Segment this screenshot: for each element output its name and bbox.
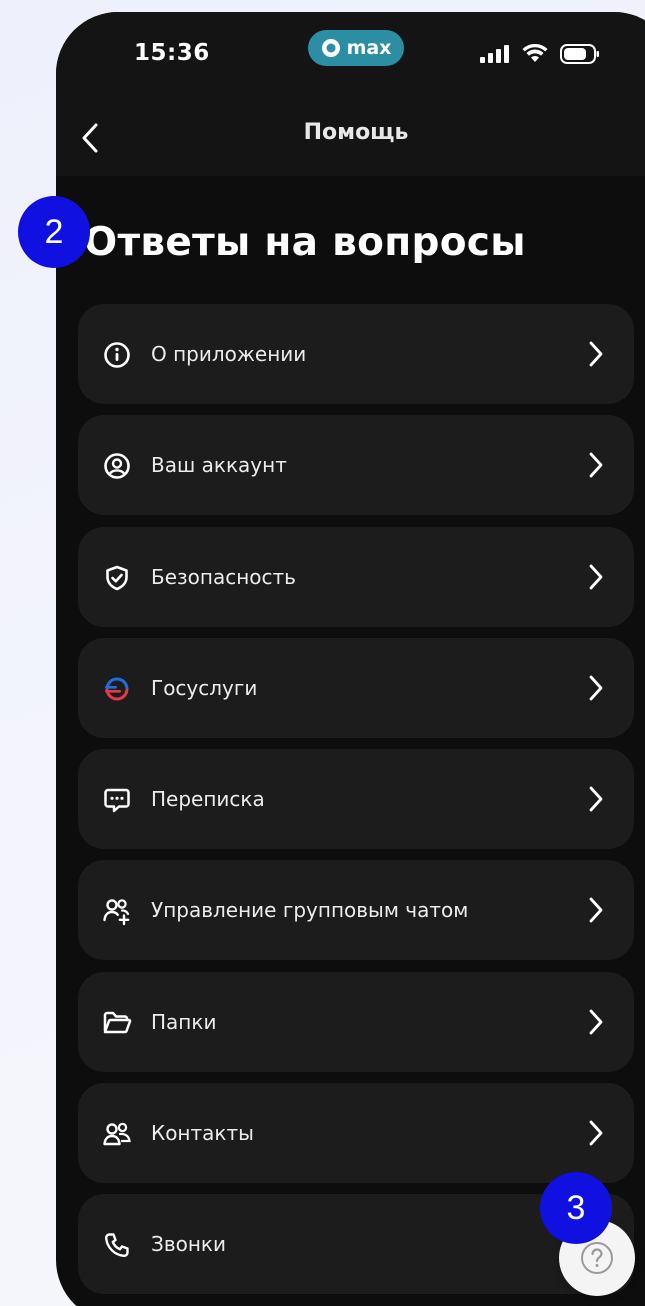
faq-item-account[interactable]: Ваш аккаунт bbox=[78, 415, 634, 516]
folder-icon bbox=[102, 1008, 132, 1038]
question-circle-icon bbox=[581, 1242, 613, 1274]
faq-item-gosuslugi[interactable]: Госуслуги bbox=[78, 637, 634, 738]
faq-item-label: О приложении bbox=[151, 342, 307, 366]
chevron-right-icon bbox=[589, 1009, 603, 1035]
step-badge-3: 3 bbox=[540, 1172, 612, 1244]
faq-item-messaging[interactable]: Переписка bbox=[78, 749, 634, 850]
chevron-right-icon bbox=[589, 341, 603, 367]
chevron-right-icon bbox=[589, 564, 603, 589]
group-add-icon bbox=[102, 896, 132, 926]
faq-item-label: Госуслуги bbox=[151, 675, 258, 700]
faq-item-label: Папки bbox=[151, 1009, 217, 1034]
nav-header: Помощь bbox=[56, 98, 645, 176]
faq-item-contacts[interactable]: Контакты bbox=[78, 1083, 634, 1184]
faq-item-folders[interactable]: Папки bbox=[78, 971, 634, 1072]
signal-icon bbox=[480, 45, 509, 63]
shield-check-icon bbox=[102, 563, 132, 593]
faq-item-label: Звонки bbox=[151, 1232, 226, 1257]
max-logo-icon bbox=[321, 39, 340, 57]
faq-item-label: Управление групповым чатом bbox=[151, 898, 469, 923]
faq-list: О приложении Ваш аккаунт Безопасность Го… bbox=[78, 304, 634, 1306]
phone-icon bbox=[102, 1230, 132, 1260]
faq-item-label: Ваш аккаунт bbox=[151, 453, 287, 478]
max-pill-label: max bbox=[346, 37, 392, 59]
faq-item-label: Контакты bbox=[151, 1121, 254, 1146]
max-app-pill[interactable]: max bbox=[308, 30, 404, 66]
contacts-icon bbox=[102, 1119, 132, 1149]
faq-item-about[interactable]: О приложении bbox=[78, 304, 634, 404]
chevron-right-icon bbox=[589, 898, 603, 923]
status-bar: 15:36 max bbox=[56, 12, 645, 98]
page-title: Ответы на вопросы bbox=[84, 220, 526, 265]
chat-bubble-icon bbox=[102, 785, 132, 815]
step-badge-2: 2 bbox=[18, 196, 90, 268]
chevron-right-icon bbox=[589, 675, 603, 701]
faq-item-security[interactable]: Безопасность bbox=[78, 526, 634, 627]
wifi-icon bbox=[522, 44, 548, 62]
header-title: Помощь bbox=[303, 120, 409, 145]
phone-screen: 15:36 max Помощь Ответы на вопросы О при… bbox=[56, 12, 645, 1306]
chevron-right-icon bbox=[589, 452, 603, 478]
gosuslugi-icon bbox=[102, 674, 132, 704]
info-icon bbox=[102, 340, 132, 370]
chevron-right-icon bbox=[589, 786, 603, 812]
chevron-right-icon bbox=[589, 1120, 603, 1146]
faq-item-label: Переписка bbox=[151, 787, 265, 812]
faq-item-label: Безопасность bbox=[151, 564, 296, 589]
user-circle-icon bbox=[102, 451, 132, 481]
battery-icon bbox=[560, 44, 599, 64]
faq-item-group-chat[interactable]: Управление групповым чатом bbox=[78, 860, 634, 961]
status-time: 15:36 bbox=[134, 40, 210, 66]
system-icons bbox=[480, 44, 600, 64]
